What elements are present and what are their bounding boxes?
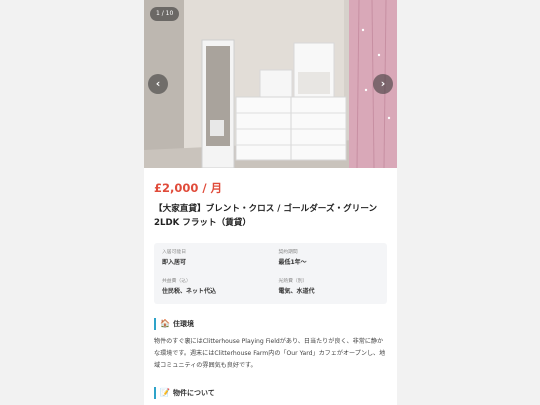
info-contract-term: 契約期間 最低1年〜	[271, 249, 388, 268]
listing-title: 【大家直貸】ブレント・クロス / ゴールダーズ・グリーン 2LDK フラット（賃…	[154, 204, 378, 228]
room-photo	[144, 0, 397, 168]
info-label: 光熱費（別）	[278, 279, 308, 284]
info-label: 入居可能日	[162, 250, 186, 255]
section-heading-environment: 🏠 住環境	[154, 318, 387, 330]
section-title: 物件について	[172, 389, 215, 397]
listing-body: £2,000 / 月 【大家直貸】ブレント・クロス / ゴールダーズ・グリーン …	[144, 168, 397, 399]
info-label: 共益費（込）	[162, 279, 191, 284]
info-value: 最低1年〜	[278, 259, 307, 266]
listing-price: £2,000 / 月	[154, 181, 223, 195]
info-common-fees: 共益費（込） 住民税、ネット代込	[154, 278, 271, 297]
info-label: 契約期間	[278, 250, 298, 255]
house-icon: 🏠	[160, 319, 170, 328]
info-utilities: 光熱費（別） 電気、水道代	[271, 278, 388, 297]
info-value: 住民税、ネット代込	[162, 288, 217, 295]
info-move-in: 入居可能日 即入居可	[154, 249, 271, 268]
photo-carousel[interactable]: 1 / 10 ‹ ›	[144, 0, 397, 168]
section-heading-about: 📝 物件について	[154, 387, 387, 399]
info-value: 即入居可	[162, 259, 187, 266]
previous-image-button[interactable]: ‹	[148, 74, 168, 94]
info-grid: 入居可能日 即入居可 契約期間 最低1年〜 共益費（込） 住民税、ネット代込 光…	[154, 243, 387, 304]
memo-icon: 📝	[160, 388, 170, 397]
chevron-right-icon: ›	[380, 77, 386, 90]
image-counter: 1 / 10	[150, 7, 180, 21]
section-title: 住環境	[172, 320, 194, 328]
listing-card: 1 / 10 ‹ › £2,000 / 月 【大家直貸】ブレント・クロス / ゴ…	[144, 0, 397, 405]
chevron-left-icon: ‹	[155, 77, 161, 90]
info-value: 電気、水道代	[278, 288, 315, 295]
environment-description: 物件のすぐ裏にはClitterhouse Playing Fieldがあり、日当…	[154, 338, 386, 369]
next-image-button[interactable]: ›	[373, 74, 393, 94]
